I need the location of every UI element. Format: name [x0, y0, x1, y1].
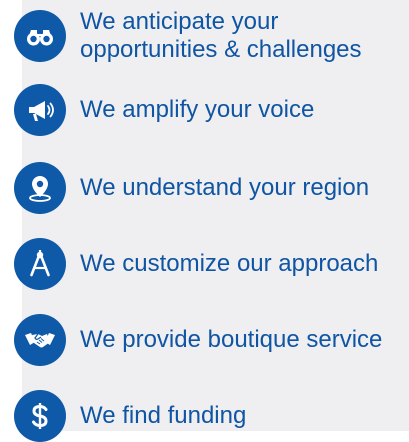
value-item-label: We customize our approach	[80, 250, 379, 277]
dollar-sign-icon	[14, 390, 66, 442]
value-item-label-line1: We anticipate your	[80, 8, 279, 35]
value-props-panel	[22, 0, 409, 431]
value-item-label: We amplify your voice	[80, 96, 315, 123]
drafting-compass-icon	[14, 238, 66, 290]
map-pin-icon	[14, 162, 66, 214]
megaphone-icon	[14, 84, 66, 136]
value-item-label: We understand your region	[80, 174, 370, 201]
value-item-label: We anticipate your opportunities & chall…	[80, 8, 362, 64]
value-item-label: We find funding	[80, 402, 247, 429]
binoculars-icon	[14, 10, 66, 62]
value-item-label-line2: opportunities & challenges	[80, 36, 362, 63]
handshake-icon	[14, 314, 66, 366]
value-item-label: We provide boutique service	[80, 326, 383, 353]
